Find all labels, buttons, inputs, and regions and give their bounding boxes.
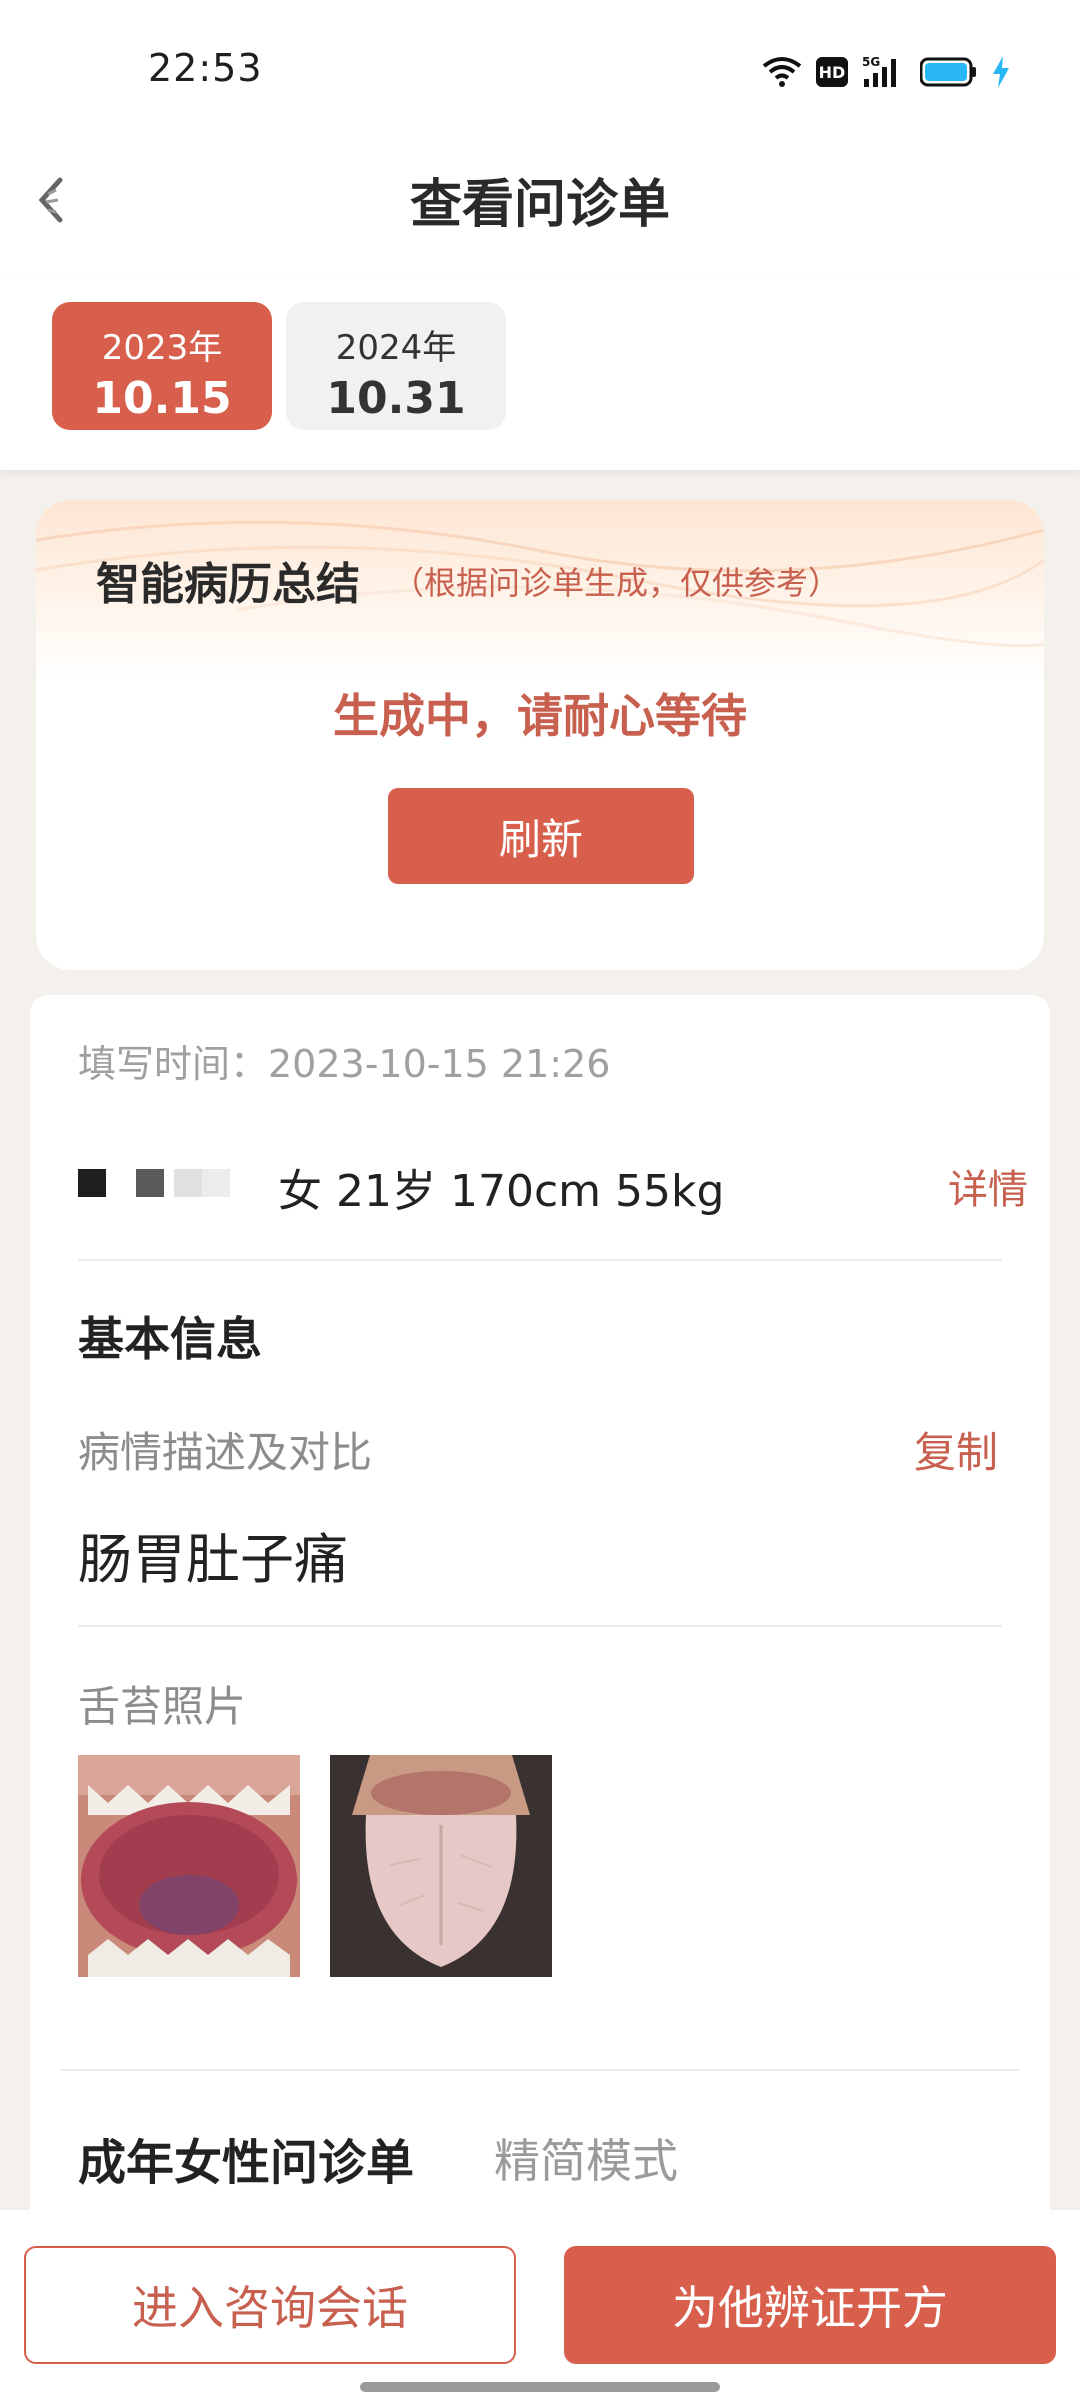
hd-icon: HD (816, 57, 848, 87)
section-title-basic-info: 基本信息 (78, 1312, 262, 1366)
system-icons: HD 5G (762, 52, 1010, 92)
date-tab-year: 2023年 (101, 328, 223, 368)
ai-summary-title: 智能病历总结 (96, 559, 360, 610)
bottom-action-bar: 进入咨询会话 为他辨证开方 (0, 2210, 1080, 2400)
divider (60, 2069, 1020, 2071)
form-title: 成年女性问诊单 (78, 2135, 415, 2191)
patient-name-redacted (78, 1169, 248, 1205)
tongue-photo-2[interactable] (330, 1755, 552, 1977)
patient-row: 女 21岁 170cm 55kg 详情 (78, 1155, 1028, 1221)
svg-text:5G: 5G (862, 55, 880, 69)
simplified-mode-toggle[interactable]: 精简模式 (494, 2125, 678, 2191)
tongue-photo-label: 舌苔照片 (78, 1682, 247, 1731)
date-tab-2024-10-31[interactable]: 2024年 10.31 (286, 302, 506, 430)
fill-time: 填写时间：2023-10-15 21:26 (78, 1042, 611, 1086)
enter-consultation-button[interactable]: 进入咨询会话 (24, 2246, 516, 2364)
date-tab-2023-10-15[interactable]: 2023年 10.15 (52, 302, 272, 430)
battery-icon (920, 57, 978, 87)
consultation-form-card: 填写时间：2023-10-15 21:26 女 21岁 170cm 55kg 详… (30, 995, 1050, 2255)
ai-summary-subtitle: （根据问诊单生成，仅供参考） (392, 564, 841, 602)
description-label: 病情描述及对比 (78, 1428, 373, 1477)
patient-info: 女 21岁 170cm 55kg (278, 1166, 725, 1217)
status-bar: 22:53 HD 5G (0, 0, 1080, 140)
page-title: 查看问诊单 (409, 175, 670, 235)
signal-5g-icon: 5G (862, 55, 906, 89)
date-tab-year: 2024年 (335, 328, 457, 368)
prescribe-button[interactable]: 为他辨证开方 (564, 2246, 1056, 2364)
nav-bar: 查看问诊单 (0, 140, 1080, 280)
refresh-button[interactable]: 刷新 (388, 788, 694, 884)
wifi-icon (762, 56, 802, 88)
date-tabs: 2023年 10.15 2024年 10.31 (0, 280, 1080, 470)
detail-link[interactable]: 详情 (948, 1157, 1028, 1215)
tongue-photo-1[interactable] (78, 1755, 300, 1977)
date-tab-day: 10.31 (326, 373, 466, 424)
home-indicator[interactable] (360, 2382, 720, 2392)
description-text: 肠胃肚子痛 (78, 1528, 348, 1591)
charging-bolt-icon (992, 56, 1010, 88)
divider (78, 1259, 1002, 1261)
ai-summary-card: 智能病历总结 （根据问诊单生成，仅供参考） 生成中，请耐心等待 刷新 (36, 500, 1044, 970)
copy-button[interactable]: 复制 (914, 1419, 998, 1480)
status-time: 22:53 (148, 46, 263, 90)
date-tab-day: 10.15 (92, 373, 232, 424)
divider (78, 1625, 1002, 1627)
ai-summary-status: 生成中，请耐心等待 (333, 689, 747, 743)
